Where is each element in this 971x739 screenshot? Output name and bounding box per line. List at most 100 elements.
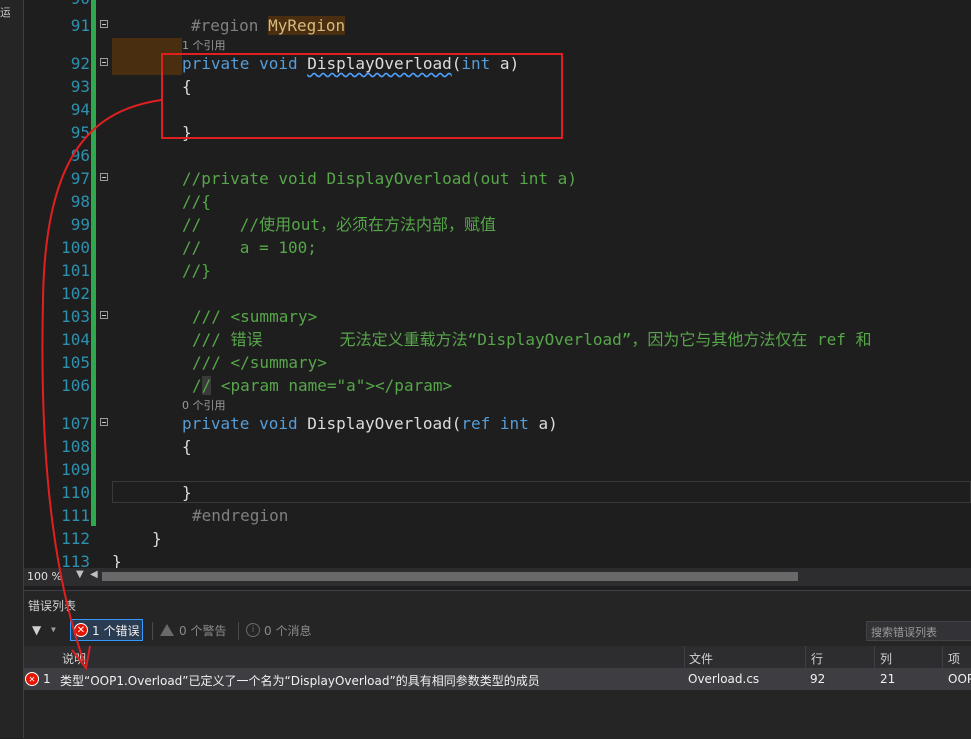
errors-filter-button[interactable]: ✕ 1 个错误 (70, 619, 144, 641)
code-text: /// <summary> (192, 307, 318, 326)
code-line: 106 // <param name="a"></param> (24, 374, 971, 397)
line-number: 104 (61, 330, 90, 349)
codelens-references[interactable]: 1 个引用 (182, 37, 226, 53)
codelens-references[interactable]: 0 个引用 (182, 397, 226, 413)
line-number: 108 (61, 437, 90, 456)
column-separator[interactable] (942, 646, 943, 668)
warning-icon (160, 624, 174, 636)
left-tool-strip: 运 (0, 0, 24, 738)
collapse-toggle-icon[interactable] (100, 20, 108, 28)
error-list-panel: 错误列表 ▼ ▼ ✕ 1 个错误 0 个警告 i 0 个消息 搜索错误列表 说明… (24, 590, 971, 739)
horizontal-scrollbar[interactable] (102, 572, 798, 581)
line-number: 111 (61, 506, 90, 525)
code-line: 112 } (24, 527, 971, 550)
error-list-header: 说明 文件 行 列 项目 (24, 646, 971, 683)
code-text: //} (182, 261, 211, 280)
code-text: { (182, 437, 192, 456)
row-description: 类型“OOP1.Overload”已定义了一个名为“DisplayOverloa… (60, 674, 540, 688)
column-header-line[interactable]: 行 (811, 650, 823, 667)
row-project: OOP1 (948, 672, 971, 686)
table-row[interactable]: ✕ 1 类型“OOP1.Overload”已定义了一个名为“DisplayOve… (24, 669, 971, 690)
code-text: //{ (182, 192, 211, 211)
info-icon: i (246, 623, 260, 637)
code-text: } (152, 529, 162, 548)
column-header-description[interactable]: 说明 (62, 650, 86, 667)
code-line: 110 } (24, 481, 971, 504)
zoom-dropdown-icon[interactable]: ▼ (76, 569, 84, 580)
zoom-level[interactable]: 100 % (27, 570, 62, 583)
messages-filter-button[interactable]: i 0 个消息 (246, 619, 311, 641)
line-number: 112 (61, 529, 90, 548)
code-line: 108 { (24, 435, 971, 458)
line-number: 100 (61, 238, 90, 257)
code-text: private void DisplayOverload(ref int a) (182, 414, 558, 433)
search-input[interactable]: 搜索错误列表 (866, 621, 971, 641)
line-number: 109 (61, 460, 90, 479)
row-index: 1 (43, 672, 51, 686)
code-line: 109 (24, 458, 971, 481)
code-text: #endregion (192, 506, 289, 525)
scroll-left-icon[interactable]: ◀ (90, 569, 98, 580)
tool-window-tab[interactable]: 运 (0, 4, 10, 20)
code-text: //private void DisplayOverload(out int a… (182, 169, 577, 188)
collapse-toggle-icon[interactable] (100, 418, 108, 426)
code-line: 90 (24, 0, 971, 10)
code-line: 99 // //使用out，必须在方法内部，赋值 (24, 213, 971, 236)
code-text: #region MyRegion (191, 16, 346, 35)
toolbar-separator (238, 622, 239, 640)
line-number: 105 (61, 353, 90, 372)
code-line: 111 #endregion (24, 504, 971, 527)
column-header-file[interactable]: 文件 (689, 650, 713, 667)
line-number: 110 (61, 483, 90, 502)
row-line: 92 (810, 672, 826, 686)
code-line: 98 //{ (24, 190, 971, 213)
line-number: 98 (70, 192, 90, 211)
filter-dropdown-icon[interactable]: ▼ (51, 625, 56, 634)
error-icon: ✕ (74, 623, 88, 637)
line-number: 99 (70, 215, 90, 234)
line-number: 93 (70, 77, 90, 96)
collapse-toggle-icon[interactable] (100, 58, 108, 66)
collapse-toggle-icon[interactable] (100, 173, 108, 181)
code-line: 102 (24, 282, 971, 305)
line-number: 94 (70, 100, 90, 119)
line-number: 97 (70, 169, 90, 188)
line-number: 96 (70, 146, 90, 165)
row-column: 21 (880, 672, 896, 686)
code-text: // a = 100; (182, 238, 317, 257)
code-text: } (182, 483, 192, 502)
code-line: 91 #region MyRegion (24, 14, 971, 37)
line-number: 95 (70, 123, 90, 142)
panel-title: 错误列表 (28, 599, 77, 613)
error-list-toolbar: ▼ ▼ ✕ 1 个错误 0 个警告 i 0 个消息 搜索错误列表 (24, 618, 971, 644)
line-number: 106 (61, 376, 90, 395)
line-number: 103 (61, 307, 90, 326)
line-number: 92 (70, 54, 90, 73)
column-separator[interactable] (874, 646, 875, 668)
warnings-filter-button[interactable]: 0 个警告 (160, 619, 226, 641)
line-number: 107 (61, 414, 90, 433)
line-number: 113 (61, 552, 90, 568)
code-line: 107 private void DisplayOverload(ref int… (24, 412, 971, 435)
line-number: 90 (24, 0, 90, 10)
code-text: } (112, 552, 122, 568)
code-line: 103 /// <summary> (24, 305, 971, 328)
code-text: // //使用out，必须在方法内部，赋值 (182, 215, 496, 234)
collapse-toggle-icon[interactable] (100, 311, 108, 319)
column-header-column[interactable]: 列 (880, 650, 892, 667)
code-line: 104 /// 错误 无法定义重载方法“DisplayOverload”，因为它… (24, 328, 971, 351)
code-line: 101 //} (24, 259, 971, 282)
filter-icon[interactable]: ▼ (32, 623, 41, 637)
line-number: 101 (61, 261, 90, 280)
annotation-highlight-box (161, 53, 563, 139)
error-icon: ✕ (25, 672, 39, 686)
code-line: 105 /// </summary> (24, 351, 971, 374)
line-number: 102 (61, 284, 90, 303)
column-separator[interactable] (684, 646, 685, 668)
code-line: 113 } (24, 550, 971, 568)
code-text: /// </summary> (192, 353, 327, 372)
code-text: // <param name="a"></param> (192, 376, 453, 395)
column-separator[interactable] (805, 646, 806, 668)
code-line: 100 // a = 100; (24, 236, 971, 259)
toolbar-separator (152, 622, 153, 640)
